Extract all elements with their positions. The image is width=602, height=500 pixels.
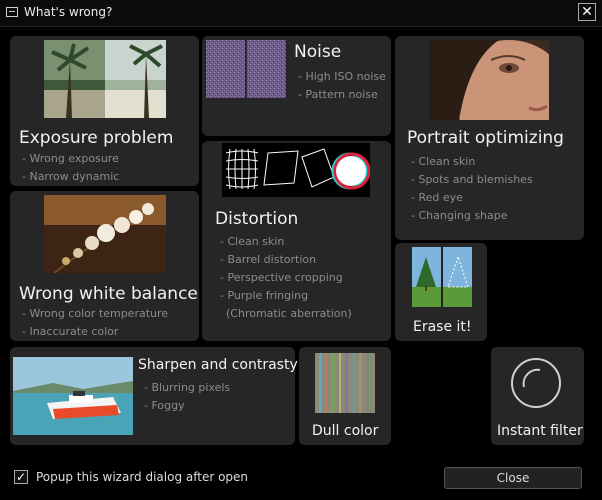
noise-title: Noise bbox=[294, 42, 342, 62]
window-icon bbox=[6, 7, 18, 17]
noise-items: - High ISO noise - Pattern noise bbox=[298, 68, 386, 104]
list-item: - Blurring pixels bbox=[144, 381, 231, 394]
portrait-optimizing-card[interactable]: Portrait optimizing - Clean skin - Spots… bbox=[395, 36, 584, 240]
dull-color-title: Dull color bbox=[312, 423, 379, 439]
list-item: - High ISO noise bbox=[298, 70, 386, 83]
instant-filter-icon bbox=[510, 357, 562, 409]
sharpen-items: - Blurring pixels - Foggy bbox=[144, 379, 230, 415]
dull-color-thumbnail bbox=[315, 353, 375, 413]
list-item: - Narrow dynamic bbox=[22, 170, 120, 183]
list-item: (Chromatic aberration) bbox=[226, 307, 352, 320]
exposure-title: Exposure problem bbox=[19, 128, 174, 148]
title-bar: What's wrong? ✕ bbox=[0, 0, 602, 27]
list-item: - Spots and blemishes bbox=[411, 173, 533, 186]
portrait-thumbnail bbox=[429, 40, 549, 120]
list-item: - Pattern noise bbox=[298, 88, 378, 101]
popup-wizard-label: Popup this wizard dialog after open bbox=[36, 470, 249, 484]
exposure-thumbnail bbox=[44, 40, 166, 118]
distortion-thumbnail bbox=[222, 143, 370, 197]
instant-filter-title: Instant filter bbox=[497, 423, 583, 439]
distortion-title: Distortion bbox=[215, 209, 299, 229]
exposure-items: - Wrong exposure - Narrow dynamic bbox=[22, 150, 119, 186]
sharpen-title: Sharpen and contrasty bbox=[138, 357, 298, 373]
list-item: - Purple fringing bbox=[220, 289, 309, 302]
list-item: - Foggy bbox=[144, 399, 185, 412]
white-balance-title: Wrong white balance bbox=[19, 284, 198, 304]
distortion-items: - Clean skin - Barrel distortion - Persp… bbox=[220, 233, 352, 323]
window-title: What's wrong? bbox=[24, 5, 113, 19]
portrait-title: Portrait optimizing bbox=[407, 128, 564, 148]
erase-it-card[interactable]: Erase it! bbox=[395, 243, 487, 341]
distortion-card[interactable]: Distortion - Clean skin - Barrel distort… bbox=[202, 141, 391, 341]
sharpen-contrasty-card[interactable]: Sharpen and contrasty - Blurring pixels … bbox=[10, 347, 298, 445]
list-item: - Changing shape bbox=[411, 209, 508, 222]
noise-thumbnail bbox=[206, 40, 286, 98]
list-item: - Barrel distortion bbox=[220, 253, 317, 266]
instant-filter-card[interactable]: Instant filter bbox=[491, 347, 584, 445]
list-item: - Perspective cropping bbox=[220, 271, 343, 284]
dull-color-card[interactable]: Dull color bbox=[299, 347, 391, 445]
white-balance-thumbnail bbox=[44, 195, 166, 273]
list-item: - Inaccurate color bbox=[22, 325, 119, 338]
list-item: - Wrong exposure bbox=[22, 152, 119, 165]
sharpen-thumbnail bbox=[13, 357, 133, 435]
list-item: - Clean skin bbox=[220, 235, 285, 248]
erase-thumbnail bbox=[412, 247, 472, 307]
close-window-button[interactable]: ✕ bbox=[578, 3, 596, 21]
white-balance-items: - Wrong color temperature - Inaccurate c… bbox=[22, 305, 168, 341]
list-item: - Clean skin bbox=[411, 155, 476, 168]
noise-card[interactable]: Noise - High ISO noise - Pattern noise bbox=[202, 36, 391, 136]
close-button[interactable]: Close bbox=[444, 467, 582, 489]
list-item: - Wrong color temperature bbox=[22, 307, 169, 320]
portrait-items: - Clean skin - Spots and blemishes - Red… bbox=[411, 153, 533, 225]
list-item: - Red eye bbox=[411, 191, 463, 204]
white-balance-card[interactable]: Wrong white balance - Wrong color temper… bbox=[10, 191, 199, 341]
popup-wizard-checkbox[interactable]: ✓ bbox=[14, 470, 28, 484]
erase-title: Erase it! bbox=[413, 319, 472, 335]
exposure-problem-card[interactable]: Exposure problem - Wrong exposure - Narr… bbox=[10, 36, 199, 186]
